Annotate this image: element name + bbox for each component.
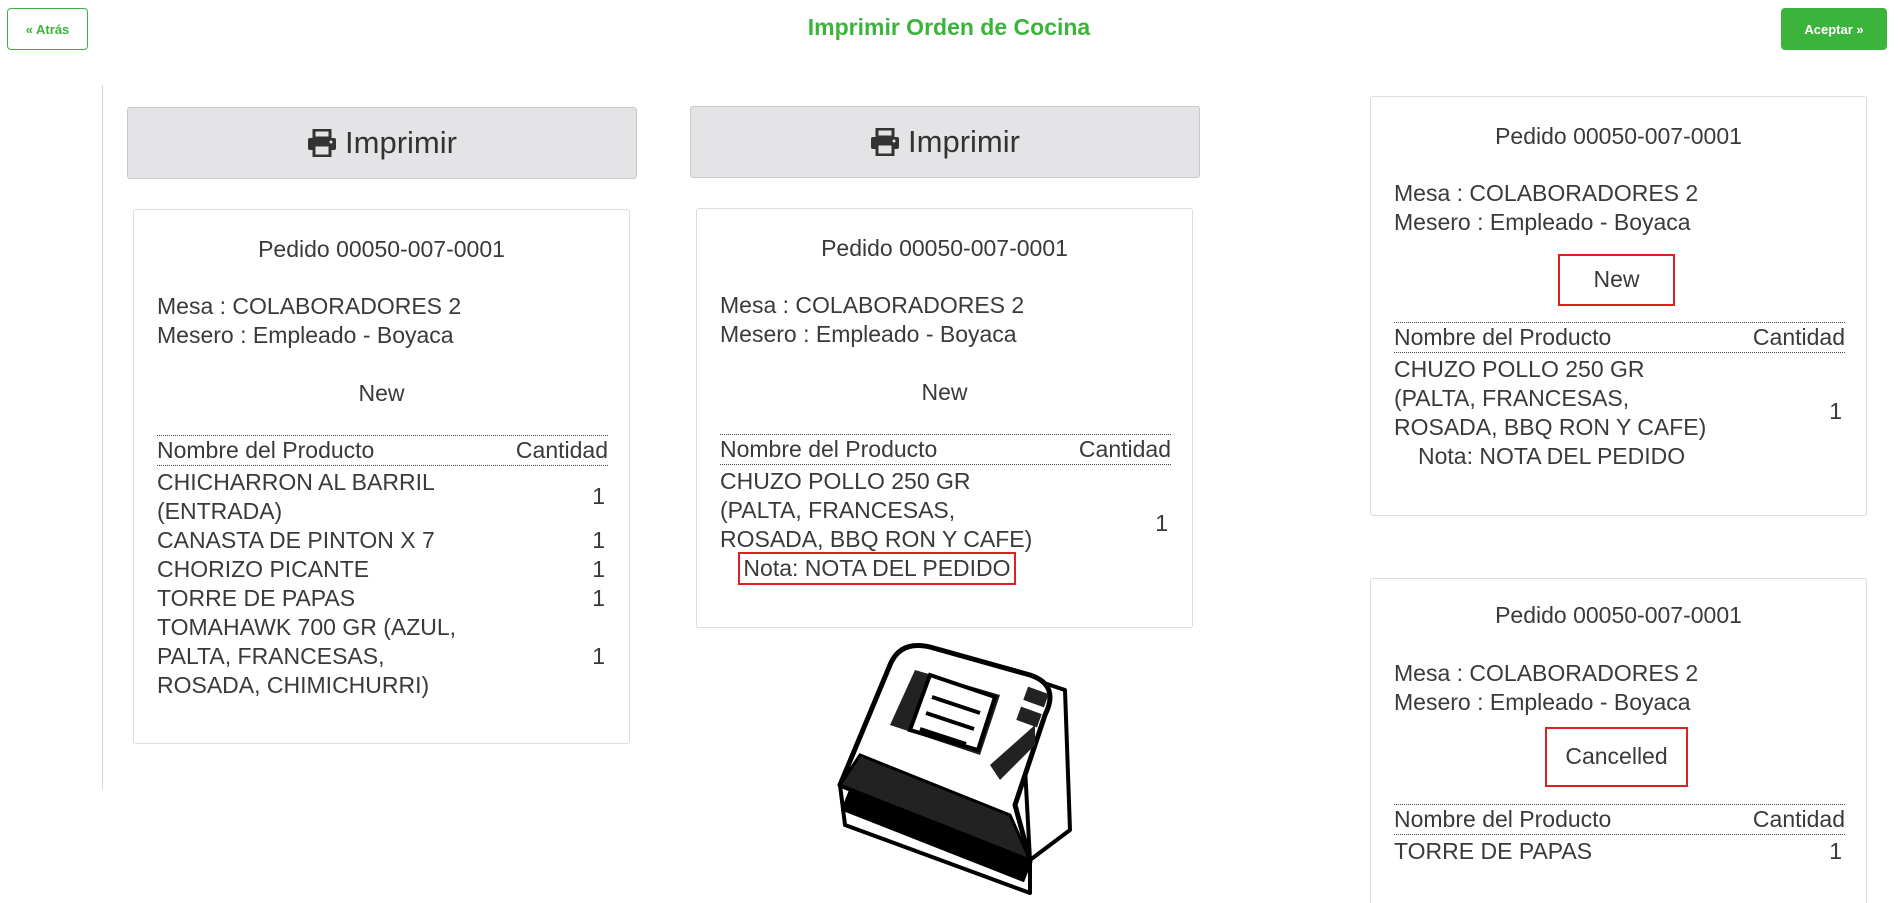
print-button-label: Imprimir: [908, 124, 1020, 159]
product-qty: 1: [592, 483, 605, 509]
product-name: ROSADA, CHIMICHURRI): [157, 672, 430, 698]
divider-line: [102, 85, 103, 790]
print-button-label: Imprimir: [345, 125, 457, 160]
ticket-title: Pedido 00050-007-0001: [1495, 602, 1742, 628]
ticket-mesero: Mesero : Empleado - Boyaca: [720, 321, 1017, 347]
table-row: TORRE DE PAPAS: [1394, 837, 1592, 866]
table-header: Nombre del Producto Cantidad: [1394, 322, 1845, 353]
product-name: CHUZO POLLO 250 GR: [720, 468, 971, 494]
product-name: TORRE DE PAPAS: [1394, 838, 1593, 864]
product-name: TORRE DE PAPAS: [157, 585, 356, 611]
col-product-header: Nombre del Producto: [720, 436, 938, 462]
product-qty: 1: [592, 585, 605, 611]
order-note: Nota: NOTA DEL PEDIDO: [1418, 443, 1686, 469]
order-ticket-4: Pedido 00050-007-0001 Mesa : COLABORADOR…: [1370, 578, 1867, 903]
product-name: CANASTA DE PINTON X 7: [157, 527, 435, 553]
col-qty-header: Cantidad: [1078, 436, 1171, 462]
product-qty: 1: [592, 643, 605, 669]
ticket-mesa: Mesa : COLABORADORES 2: [720, 292, 1025, 318]
order-ticket-3: Pedido 00050-007-0001 Mesa : COLABORADOR…: [1370, 96, 1867, 516]
ticket-mesa: Mesa : COLABORADORES 2: [1394, 660, 1699, 686]
ticket-status: Cancelled: [1545, 727, 1688, 787]
ticket-status: New: [1558, 254, 1675, 306]
product-name: PALTA, FRANCESAS,: [157, 643, 385, 669]
print-button-1[interactable]: Imprimir: [127, 107, 637, 179]
order-ticket-1: Pedido 00050-007-0001 Mesa : COLABORADOR…: [133, 209, 630, 744]
page-title: Imprimir Orden de Cocina: [807, 14, 1091, 40]
printer-icon: [308, 129, 337, 157]
product-name: (PALTA, FRANCESAS,: [720, 497, 956, 523]
table-row: CHORIZO PICANTE: [157, 555, 369, 584]
ticket-title: Pedido 00050-007-0001: [821, 235, 1068, 261]
product-name: ROSADA, BBQ RON Y CAFE): [1394, 414, 1707, 440]
product-qty: 1: [1829, 398, 1842, 424]
product-qty: 1: [592, 556, 605, 582]
ticket-title: Pedido 00050-007-0001: [258, 236, 505, 262]
table-row: CANASTA DE PINTON X 7: [157, 526, 435, 555]
order-note: Nota: NOTA DEL PEDIDO: [738, 552, 1016, 585]
col-qty-header: Cantidad: [1752, 324, 1845, 350]
print-button-2[interactable]: Imprimir: [690, 106, 1200, 178]
printer-icon: [871, 128, 900, 156]
table-header: Nombre del Producto Cantidad: [720, 434, 1171, 465]
receipt-printer-illustration: [837, 643, 1072, 895]
col-product-header: Nombre del Producto: [1394, 806, 1612, 832]
table-row: CHUZO POLLO 250 GR (PALTA, FRANCESAS, RO…: [720, 467, 1032, 554]
product-qty: 1: [1155, 510, 1168, 536]
product-name: CHUZO POLLO 250 GR: [1394, 356, 1645, 382]
table-row: CHUZO POLLO 250 GR (PALTA, FRANCESAS, RO…: [1394, 355, 1706, 442]
ticket-mesero: Mesero : Empleado - Boyaca: [1394, 689, 1691, 715]
col-qty-header: Cantidad: [515, 437, 608, 463]
order-ticket-2: Pedido 00050-007-0001 Mesa : COLABORADOR…: [696, 208, 1193, 628]
col-product-header: Nombre del Producto: [1394, 324, 1612, 350]
ticket-status: New: [358, 380, 405, 406]
ticket-mesa: Mesa : COLABORADORES 2: [157, 293, 462, 319]
table-header: Nombre del Producto Cantidad: [1394, 804, 1845, 835]
ticket-status: New: [921, 379, 968, 405]
col-product-header: Nombre del Producto: [157, 437, 375, 463]
product-qty: 1: [592, 527, 605, 553]
product-name: CHORIZO PICANTE: [157, 556, 370, 582]
table-header: Nombre del Producto Cantidad: [157, 435, 608, 466]
table-row: TOMAHAWK 700 GR (AZUL, PALTA, FRANCESAS,…: [157, 613, 456, 700]
product-name: CHICHARRON AL BARRIL: [157, 469, 435, 495]
product-name: (ENTRADA): [157, 498, 283, 524]
table-row: CHICHARRON AL BARRIL (ENTRADA): [157, 468, 435, 526]
accept-button[interactable]: Aceptar »: [1781, 8, 1887, 50]
product-name: TOMAHAWK 700 GR (AZUL,: [157, 614, 457, 640]
product-name: (PALTA, FRANCESAS,: [1394, 385, 1630, 411]
product-name: ROSADA, BBQ RON Y CAFE): [720, 526, 1033, 552]
product-qty: 1: [1829, 838, 1842, 864]
ticket-mesero: Mesero : Empleado - Boyaca: [1394, 209, 1691, 235]
ticket-mesero: Mesero : Empleado - Boyaca: [157, 322, 454, 348]
table-row: TORRE DE PAPAS: [157, 584, 355, 613]
ticket-title: Pedido 00050-007-0001: [1495, 123, 1742, 149]
col-qty-header: Cantidad: [1752, 806, 1845, 832]
ticket-mesa: Mesa : COLABORADORES 2: [1394, 180, 1699, 206]
